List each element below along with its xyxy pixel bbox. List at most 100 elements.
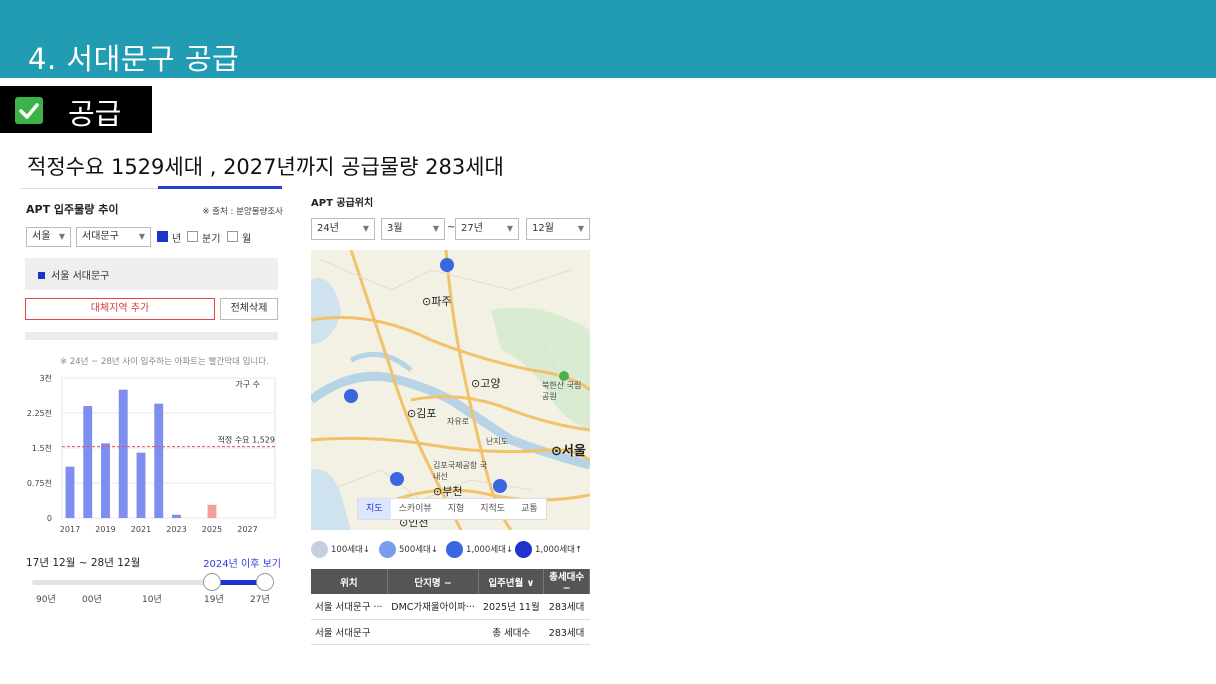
map-type-tabs: 지도 스카이뷰 지형 지적도 교통 [357, 498, 547, 520]
section-badge: 공급 [0, 86, 152, 133]
map-tab-cadastral[interactable]: 지적도 [472, 499, 513, 519]
bar-2019 [101, 443, 110, 518]
supply-location-panel: APT 공급위치 24년 ▼ 3월 ▼ ~ 27년 ▼ 12월 ▼ ⊙파주 ⊙고… [308, 186, 593, 646]
panel-title: APT 입주물량 추이 [26, 203, 119, 216]
add-region-button[interactable]: 대체지역 추가 [25, 298, 215, 320]
series-legend-label: 서울 서대문구 [51, 271, 110, 282]
search-pin-icon [515, 541, 532, 558]
map-label-paju: ⊙파주 [422, 295, 452, 308]
col-location-header[interactable]: 위치 [311, 569, 388, 594]
from-year-value: 24년 [317, 223, 339, 234]
divider-band [25, 332, 278, 340]
view-after-2024-link[interactable]: 2024년 이후 보기 [203, 555, 281, 570]
y-tick-label: 0.75천 [27, 478, 52, 488]
bar-2025 [207, 504, 217, 518]
map-label-nanjido: 난지도 [486, 437, 509, 446]
supply-bar-chart: 0 0.75천 1.5천 2.25천 3천적정 수요 1,529 가구 수 2017 2019… [27, 373, 276, 534]
region-select[interactable]: 서울 ▼ [26, 227, 71, 247]
section-label: 공급 [68, 97, 122, 131]
region-select-value: 서울 [32, 231, 51, 242]
cell-location: 서울 서대문구 [311, 619, 388, 645]
summary-text: 적정수요 1529세대 , 2027년까지 공급물량 283세대 [27, 155, 504, 179]
col-move-in-header[interactable]: 입주년월 ∨ [478, 569, 545, 594]
map-label-goyang: ⊙고양 [471, 377, 501, 390]
to-month-select[interactable]: 12월 ▼ [526, 218, 590, 240]
chevron-down-icon: ▼ [138, 232, 145, 241]
map-tab-skyview[interactable]: 스카이뷰 [391, 499, 440, 519]
map-label-bucheon: ⊙부천 [433, 485, 463, 498]
table-row[interactable]: 서울 서대문구 ··· DMC가재울아이파··· 2025년 11월 283세대 [311, 594, 590, 620]
map-label-bukhansan: 북한산 국립공원 [542, 381, 582, 401]
period-year-checkbox[interactable] [157, 231, 168, 242]
chevron-down-icon: ▼ [506, 224, 513, 233]
search-pin-icon [311, 541, 328, 558]
col-complex-header[interactable]: 단지명 − [387, 569, 480, 594]
col-units-header[interactable]: 총세대수 − [543, 569, 590, 594]
check-icon [15, 97, 43, 124]
map-label-seoul: ⊙서울 [551, 444, 586, 459]
y-tick-label: 2.25천 [27, 408, 52, 418]
from-year-select[interactable]: 24년 ▼ [311, 218, 375, 240]
supply-map[interactable]: ⊙파주 ⊙고양 ⊙김포 ⊙서울 ⊙부천 ⊙인천 북한산 국립공원 김포국제공항 … [311, 250, 590, 530]
period-quarter-checkbox[interactable] [187, 231, 198, 242]
bar-2021 [136, 452, 146, 518]
cell-total-units: 283세대 [543, 619, 590, 645]
x-tick-label: 2023 [166, 525, 186, 534]
cell-total-label: 총 세대수 [478, 619, 544, 645]
period-year-label: 년 [172, 234, 182, 245]
district-select-value: 서대문구 [82, 231, 119, 242]
x-tick-label: 2017 [60, 525, 80, 534]
supply-trend-panel: APT 입주물량 추이 ※ 출처 : 분양물량조사 서울 ▼ 서대문구 ▼ 년 … [20, 186, 285, 616]
map-label-gimpo-airport: 김포국제공항 국내선 [433, 461, 488, 481]
year-range-slider[interactable] [32, 580, 265, 585]
cell-location: 서울 서대문구 ··· [311, 594, 388, 620]
from-month-value: 3월 [387, 223, 403, 234]
y-tick-label: 1.5천 [32, 443, 52, 453]
x-tick-label: 2019 [95, 525, 115, 534]
slider-tick: 90년 [36, 595, 56, 605]
y-tick-label: 0 [47, 514, 52, 523]
map-legend: 100세대↓ 500세대↓ 1,000세대↓ 1,000세대↑ [311, 540, 591, 562]
search-pin-icon [446, 541, 463, 558]
chevron-down-icon: ▼ [362, 224, 369, 233]
slider-start-handle[interactable] [203, 573, 221, 591]
slider-tick: 19년 [204, 595, 224, 605]
slider-end-handle[interactable] [256, 573, 274, 591]
bar-2017 [65, 466, 75, 518]
slider-tick: 00년 [82, 595, 102, 605]
series-color-swatch [38, 272, 45, 279]
chevron-down-icon: ▼ [432, 224, 439, 233]
chevron-down-icon: ▼ [58, 232, 65, 241]
x-tick-label: 2025 [202, 525, 222, 534]
period-range-text: 17년 12월 ~ 28년 12월 [26, 557, 141, 569]
to-year-select[interactable]: 27년 ▼ [455, 218, 519, 240]
bar-2018 [83, 406, 93, 518]
from-month-select[interactable]: 3월 ▼ [381, 218, 445, 240]
chart-legend-label: 가구 수 [235, 380, 260, 389]
clear-all-button[interactable]: 전체삭제 [220, 298, 278, 320]
reference-line-label: 적정 수요 1,529 [218, 435, 275, 445]
map-tab-map[interactable]: 지도 [358, 499, 391, 519]
period-month-label: 월 [242, 234, 252, 245]
bar-2022 [154, 403, 164, 518]
period-month-checkbox[interactable] [227, 231, 238, 242]
cell-move-in: 2025년 11월 [478, 594, 544, 620]
chevron-down-icon: ▼ [577, 224, 584, 233]
to-year-value: 27년 [461, 223, 483, 234]
to-month-value: 12월 [532, 223, 554, 234]
cell-complex: DMC가재울아이파··· [387, 594, 479, 620]
y-tick-label: 3천 [40, 373, 52, 383]
slider-tick: 27년 [250, 595, 270, 605]
bar-2023 [172, 514, 181, 518]
cell-complex [387, 619, 479, 645]
active-tab-indicator [158, 186, 282, 189]
table-total-row: 서울 서대문구 총 세대수 283세대 [311, 619, 590, 645]
map-tab-traffic[interactable]: 교통 [513, 499, 546, 519]
district-select[interactable]: 서대문구 ▼ [76, 227, 151, 247]
header-bar: 4. 서대문구 공급 [0, 0, 1216, 78]
map-label-jayuro: 자유로 [447, 417, 470, 426]
table-header-row: 위치 단지명 − 입주년월 ∨ 총세대수 − [311, 569, 590, 594]
map-tab-terrain[interactable]: 지형 [440, 499, 473, 519]
panel-title: APT 공급위치 [311, 198, 374, 209]
search-pin-icon [379, 541, 396, 558]
